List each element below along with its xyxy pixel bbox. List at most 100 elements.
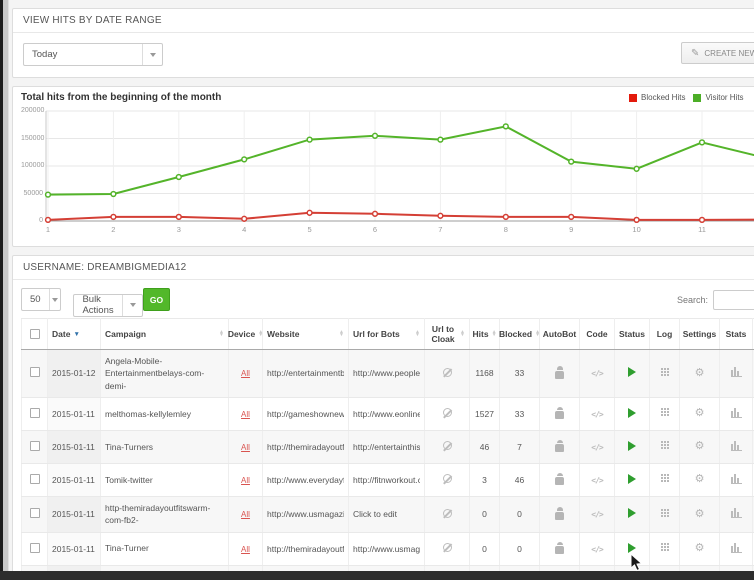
url-to-cloak-ban-icon[interactable] [443, 441, 452, 450]
log-icon[interactable] [661, 441, 663, 443]
url-for-bots-cell[interactable]: http://www.eonline.com/e... [349, 397, 425, 430]
settings-gear-icon[interactable]: ⚙ [695, 440, 705, 452]
autobot-android-icon[interactable] [555, 371, 564, 379]
url-to-cloak-ban-icon[interactable] [443, 543, 452, 552]
y-axis-tick: 200000 [21, 107, 43, 114]
stats-bar-chart-icon[interactable] [731, 441, 742, 451]
table-row: 2015-01-11http-themiradayoutfitswarm-com… [22, 496, 754, 532]
status-play-icon[interactable] [628, 508, 636, 518]
status-play-icon[interactable] [628, 474, 636, 484]
code-icon[interactable]: </> [591, 545, 602, 554]
row-checkbox[interactable] [30, 474, 40, 484]
device-all-link[interactable]: All [241, 443, 250, 452]
website-cell: http://entertainmentbelays... [263, 350, 349, 398]
code-icon[interactable]: </> [591, 510, 602, 519]
url-for-bots-cell[interactable]: Click to edit [349, 496, 425, 532]
stats-bar-chart-icon[interactable] [731, 408, 742, 418]
legend-color-visitors [693, 94, 701, 102]
autobot-android-icon[interactable] [555, 477, 564, 485]
settings-gear-icon[interactable]: ⚙ [695, 542, 705, 554]
column-header-url-for-bots[interactable]: Url for Bots▲▼ [349, 319, 425, 350]
search-input[interactable] [713, 290, 754, 310]
blocked-cell: 33 [500, 350, 540, 398]
code-icon[interactable]: </> [591, 476, 602, 485]
date-range-select[interactable]: Today [23, 43, 163, 66]
y-axis-tick: 100000 [21, 162, 43, 169]
column-header-code: Code [580, 319, 615, 350]
log-icon[interactable] [661, 368, 663, 370]
code-icon[interactable]: </> [591, 443, 602, 452]
blocked-cell: 7 [500, 430, 540, 463]
url-for-bots-cell[interactable]: http://entertainthis.usatod... [349, 430, 425, 463]
bulk-actions-select[interactable]: Bulk Actions [73, 294, 143, 317]
autobot-android-icon[interactable] [555, 512, 564, 520]
date-range-panel: VIEW HITS BY DATE RANGE Today ✎ CREATE N… [12, 8, 754, 78]
stats-bar-chart-icon[interactable] [731, 474, 742, 484]
device-all-link[interactable]: All [241, 510, 250, 519]
url-for-bots-cell[interactable]: http://www.people.com/ar... [349, 350, 425, 398]
url-for-bots-cell[interactable]: http://fitnworkout.com/ [349, 463, 425, 496]
settings-gear-icon[interactable]: ⚙ [695, 407, 705, 419]
row-checkbox[interactable] [30, 408, 40, 418]
hits-cell: 46 [470, 430, 500, 463]
settings-gear-icon[interactable]: ⚙ [695, 473, 705, 485]
status-play-icon[interactable] [628, 441, 636, 451]
row-checkbox[interactable] [30, 543, 40, 553]
log-icon[interactable] [661, 408, 663, 410]
select-all-checkbox[interactable] [30, 329, 40, 339]
page-size-select[interactable]: 50 [21, 288, 61, 311]
status-play-icon[interactable] [628, 367, 636, 377]
x-axis-tick: 8 [499, 225, 513, 234]
column-header-date[interactable]: Date▼ [48, 319, 101, 350]
column-header-website[interactable]: Website▲▼ [263, 319, 349, 350]
row-checkbox[interactable] [30, 508, 40, 518]
url-to-cloak-ban-icon[interactable] [443, 408, 452, 417]
url-to-cloak-ban-icon[interactable] [443, 509, 452, 518]
stats-bar-chart-icon[interactable] [731, 508, 742, 518]
autobot-android-icon[interactable] [555, 411, 564, 419]
status-play-icon[interactable] [628, 543, 636, 553]
stats-bar-chart-icon[interactable] [731, 543, 742, 553]
url-for-bots-cell[interactable]: http://www.usmagazine.c... [349, 532, 425, 565]
device-all-link[interactable]: All [241, 369, 250, 378]
column-header-hits[interactable]: Hits▲▼ [470, 319, 500, 350]
log-icon[interactable] [661, 543, 663, 545]
date-cell: 2015-01-12 [48, 350, 101, 398]
settings-gear-icon[interactable]: ⚙ [695, 508, 705, 520]
code-icon[interactable]: </> [591, 369, 602, 378]
legend-item-blocked: Blocked Hits [629, 93, 685, 102]
column-header-blocked[interactable]: Blocked▲▼ [500, 319, 540, 350]
autobot-android-icon[interactable] [555, 546, 564, 554]
hits-line-chart: 050000100000150000200000 123456789101112 [21, 105, 754, 242]
row-checkbox[interactable] [30, 367, 40, 377]
left-scrollbar-track[interactable] [3, 0, 9, 572]
code-icon[interactable]: </> [591, 410, 602, 419]
x-axis-tick: 1 [41, 225, 55, 234]
column-header-stats: Stats [720, 319, 753, 350]
campaign-cell: Tina-Turners [101, 430, 229, 463]
create-new-campaign-button[interactable]: ✎ CREATE NEW CAMPAIGN [681, 42, 754, 64]
row-checkbox[interactable] [30, 441, 40, 451]
device-all-link[interactable]: All [241, 545, 250, 554]
column-header-url-to-cloak[interactable]: Url to Cloak▲▼ [425, 319, 470, 350]
status-play-icon[interactable] [628, 408, 636, 418]
settings-gear-icon[interactable]: ⚙ [695, 367, 705, 379]
date-range-panel-title: VIEW HITS BY DATE RANGE [13, 9, 754, 33]
log-icon[interactable] [661, 509, 663, 511]
table-row: 2015-01-12Angela-Mobile-Entertainmentbel… [22, 350, 754, 398]
x-axis-tick: 3 [172, 225, 186, 234]
go-button[interactable]: GO [143, 288, 170, 311]
website-cell: http://www.everydayfitnes... [263, 463, 349, 496]
device-all-link[interactable]: All [241, 476, 250, 485]
column-header-device[interactable]: Device▲▼ [229, 319, 263, 350]
url-to-cloak-ban-icon[interactable] [443, 368, 452, 377]
campaign-cell: http-themiradayoutfitswarm-com-fb2- [101, 496, 229, 532]
url-to-cloak-ban-icon[interactable] [443, 474, 452, 483]
device-all-link[interactable]: All [241, 410, 250, 419]
stats-bar-chart-icon[interactable] [731, 367, 742, 377]
column-header-campaign[interactable]: Campaign▲▼ [101, 319, 229, 350]
log-icon[interactable] [661, 474, 663, 476]
blocked-cell: 46 [500, 463, 540, 496]
autobot-android-icon[interactable] [555, 444, 564, 452]
column-header-select[interactable] [22, 319, 48, 350]
